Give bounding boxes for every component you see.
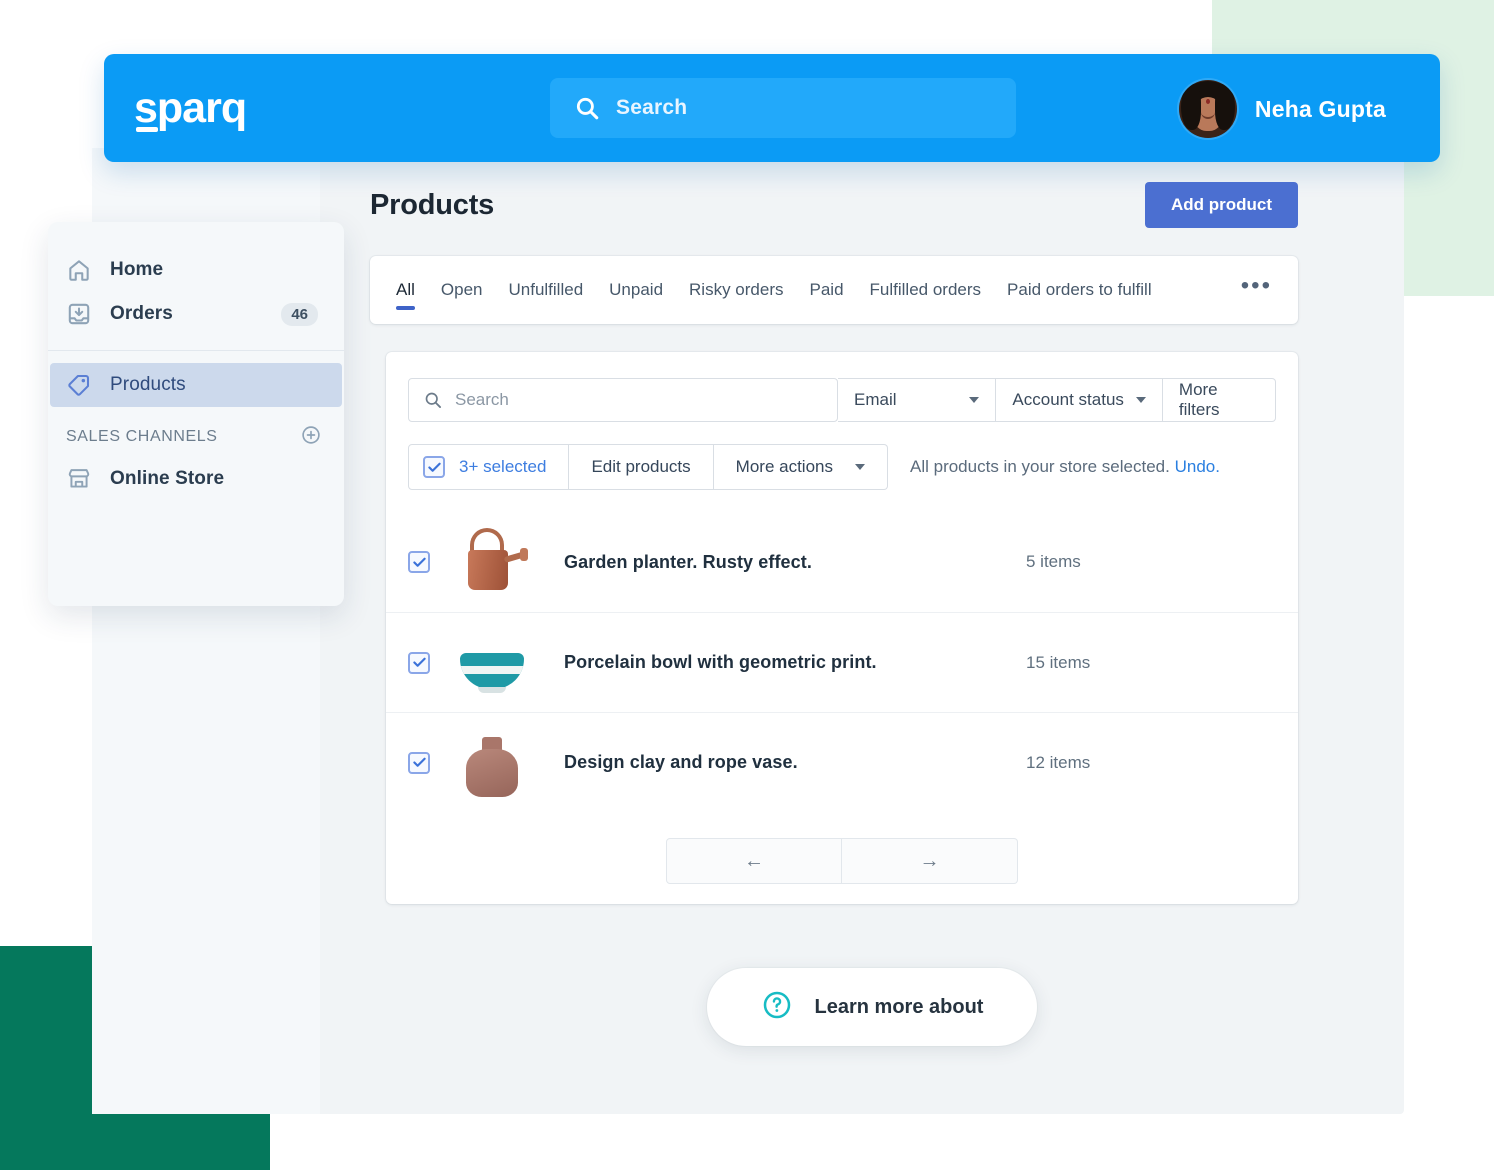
selection-note: All products in your store selected. Und… xyxy=(910,457,1220,477)
logo-underline xyxy=(136,127,158,132)
tabs-overflow-icon[interactable]: ••• xyxy=(1241,286,1272,294)
filter-bar: Search Email Account status More filters xyxy=(386,352,1298,422)
orders-count-badge: 46 xyxy=(281,303,318,326)
row-checkbox[interactable] xyxy=(408,652,430,674)
check-icon xyxy=(413,557,426,568)
chevron-down-icon xyxy=(969,397,979,403)
sidebar-section-sales-channels: SALES CHANNELS xyxy=(48,417,344,457)
sidebar-item-label-online-store: Online Store xyxy=(110,468,224,490)
row-checkbox[interactable] xyxy=(408,752,430,774)
more-filters-label: More filters xyxy=(1179,380,1259,420)
question-circle-icon xyxy=(761,989,793,1026)
tabs-bar: All Open Unfulfilled Unpaid Risky orders… xyxy=(370,256,1298,324)
products-list: Garden planter. Rusty effect. 5 items Po… xyxy=(386,512,1298,812)
pagination-prev-button[interactable]: ← xyxy=(666,838,842,884)
selected-count-label: 3+ selected xyxy=(459,457,546,477)
products-card: Search Email Account status More filters xyxy=(386,352,1298,904)
sidebar-item-orders[interactable]: Orders 46 xyxy=(50,292,342,336)
check-icon xyxy=(413,757,426,768)
sidebar-item-label-orders: Orders xyxy=(110,303,173,325)
search-input[interactable]: Search xyxy=(408,378,838,422)
tab-risky-orders[interactable]: Risky orders xyxy=(689,256,783,324)
header-search-input[interactable]: Search xyxy=(550,78,1016,138)
more-filters-button[interactable]: More filters xyxy=(1163,378,1276,422)
learn-more-button[interactable]: Learn more about xyxy=(707,968,1038,1046)
sidebar-divider xyxy=(48,350,344,351)
tab-fulfilled-orders[interactable]: Fulfilled orders xyxy=(870,256,982,324)
tab-unpaid[interactable]: Unpaid xyxy=(609,256,663,324)
page-header: Products Add product xyxy=(340,148,1404,228)
table-row[interactable]: Design clay and rope vase. 12 items xyxy=(386,712,1298,812)
email-filter-label: Email xyxy=(854,390,897,410)
page-title: Products xyxy=(370,189,494,222)
select-all-segment[interactable]: 3+ selected xyxy=(408,444,569,490)
avatar xyxy=(1179,80,1237,138)
row-checkbox[interactable] xyxy=(408,551,430,573)
tab-open[interactable]: Open xyxy=(441,256,483,324)
tab-paid-orders-to-fulfill[interactable]: Paid orders to fulfill xyxy=(1007,256,1152,324)
user-name: Neha Gupta xyxy=(1255,96,1386,123)
app-header: sparq Search Neha Gupta xyxy=(104,54,1440,162)
select-all-checkbox[interactable] xyxy=(423,456,445,478)
brand-logo-text: sparq xyxy=(134,84,246,132)
tab-all[interactable]: All xyxy=(396,256,415,324)
orders-inbox-icon xyxy=(66,301,96,327)
sidebar-item-products[interactable]: Products xyxy=(50,363,342,407)
product-name: Design clay and rope vase. xyxy=(564,752,1026,773)
search-placeholder: Search xyxy=(455,390,509,410)
home-icon xyxy=(66,257,96,283)
tag-icon xyxy=(66,372,96,398)
email-filter-dropdown[interactable]: Email xyxy=(838,378,996,422)
product-name: Garden planter. Rusty effect. xyxy=(564,552,1026,573)
product-thumbnail-watering-can xyxy=(454,524,530,600)
check-icon xyxy=(413,657,426,668)
undo-link[interactable]: Undo. xyxy=(1175,457,1220,476)
more-actions-label: More actions xyxy=(736,457,833,477)
search-icon xyxy=(423,390,443,410)
screenshot-stage: sparq Search Neha Gupta xyxy=(0,0,1494,1170)
sidebar: Home Orders 46 Products xyxy=(48,222,344,606)
product-thumbnail-porcelain-bowl xyxy=(454,625,530,701)
sidebar-item-home[interactable]: Home xyxy=(50,248,342,292)
tab-unfulfilled[interactable]: Unfulfilled xyxy=(509,256,584,324)
check-icon xyxy=(428,462,441,473)
product-name: Porcelain bowl with geometric print. xyxy=(564,652,1026,673)
sidebar-item-label-home: Home xyxy=(110,259,163,281)
product-count: 15 items xyxy=(1026,653,1276,673)
account-status-label: Account status xyxy=(1012,390,1124,410)
pagination: ← → xyxy=(386,838,1298,884)
account-status-dropdown[interactable]: Account status xyxy=(996,378,1163,422)
add-sales-channel-icon[interactable] xyxy=(300,424,322,451)
brand-logo[interactable]: sparq xyxy=(134,87,246,130)
product-count: 5 items xyxy=(1026,552,1276,572)
sidebar-item-label-products: Products xyxy=(110,374,186,396)
main-content: Products Add product All Open Unfulfille… xyxy=(340,148,1404,1046)
chevron-down-icon xyxy=(1136,397,1146,403)
header-search-placeholder: Search xyxy=(616,96,687,120)
tab-paid[interactable]: Paid xyxy=(810,256,844,324)
more-actions-button[interactable]: More actions xyxy=(714,444,888,490)
storefront-icon xyxy=(66,466,96,492)
chevron-down-icon xyxy=(855,464,865,470)
table-row[interactable]: Porcelain bowl with geometric print. 15 … xyxy=(386,612,1298,712)
selection-note-text: All products in your store selected. xyxy=(910,457,1170,476)
sidebar-item-online-store[interactable]: Online Store xyxy=(50,457,342,501)
table-row[interactable]: Garden planter. Rusty effect. 5 items xyxy=(386,512,1298,612)
learn-more-label: Learn more about xyxy=(815,996,984,1019)
sidebar-section-title: SALES CHANNELS xyxy=(66,428,218,446)
bulk-actions-bar: 3+ selected Edit products More actions A… xyxy=(386,422,1298,490)
learn-more-wrapper: Learn more about xyxy=(340,968,1404,1046)
search-icon xyxy=(574,95,600,121)
pagination-next-button[interactable]: → xyxy=(842,838,1018,884)
product-thumbnail-clay-vase xyxy=(454,725,530,801)
add-product-button[interactable]: Add product xyxy=(1145,182,1298,228)
edit-products-button[interactable]: Edit products xyxy=(569,444,713,490)
user-menu[interactable]: Neha Gupta xyxy=(1179,80,1386,138)
product-count: 12 items xyxy=(1026,753,1276,773)
